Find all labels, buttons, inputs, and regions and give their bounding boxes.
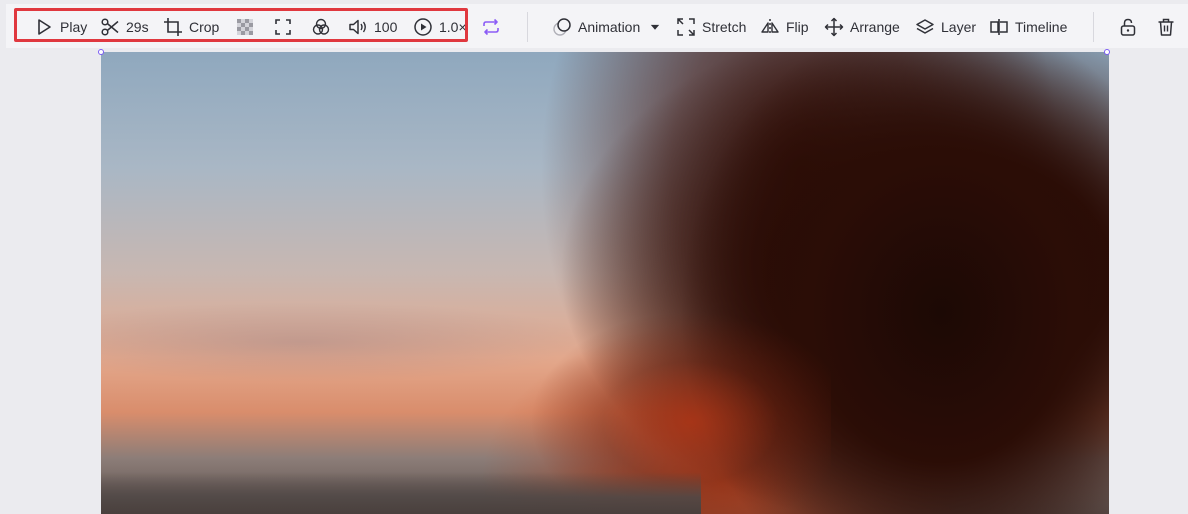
timeline-label: Timeline xyxy=(1015,19,1068,35)
layer-label: Layer xyxy=(941,19,977,35)
arrange-label: Arrange xyxy=(850,19,900,35)
stretch-icon xyxy=(677,18,695,36)
speed-value: 1.0× xyxy=(439,19,467,35)
toolbar-divider-right xyxy=(1093,12,1094,42)
unlock-icon xyxy=(1120,18,1136,36)
caret-down-icon xyxy=(651,24,660,30)
crop-label: Crop xyxy=(189,19,220,35)
speed-button[interactable]: 1.0× xyxy=(413,14,467,40)
scissors-icon xyxy=(101,18,119,36)
unlock-button[interactable] xyxy=(1115,14,1141,40)
video-canvas[interactable] xyxy=(101,52,1109,514)
animation-icon xyxy=(553,18,571,36)
delete-button[interactable] xyxy=(1153,14,1179,40)
resize-handle-top-right[interactable] xyxy=(1104,49,1110,55)
layer-button[interactable]: Layer xyxy=(915,14,976,40)
arrange-icon xyxy=(824,17,844,37)
animation-button[interactable]: Animation xyxy=(552,14,662,40)
arrange-button[interactable]: Arrange xyxy=(824,14,900,40)
stretch-label: Stretch xyxy=(702,19,747,35)
play-label: Play xyxy=(60,19,88,35)
loop-button[interactable] xyxy=(478,14,504,40)
fit-frame-button[interactable] xyxy=(270,14,296,40)
volume-button[interactable]: 100 xyxy=(348,14,397,40)
flip-icon xyxy=(761,19,779,35)
volume-icon xyxy=(349,19,366,35)
fit-frame-icon xyxy=(275,19,291,35)
play-icon xyxy=(38,19,51,35)
stretch-button[interactable]: Stretch xyxy=(676,14,746,40)
timeline-button[interactable]: Timeline xyxy=(989,14,1067,40)
loop-icon xyxy=(483,18,499,36)
toolbar: Play 29s Crop 100 1.0× Animation Stretch… xyxy=(0,0,1188,52)
duration-label: 29s xyxy=(126,19,149,35)
crop-button[interactable]: Crop xyxy=(163,14,219,40)
transparency-icon xyxy=(237,19,253,35)
trim-button[interactable]: 29s xyxy=(100,14,149,40)
toolbar-divider xyxy=(527,12,528,42)
animation-label: Animation xyxy=(578,19,641,35)
flip-button[interactable]: Flip xyxy=(760,14,809,40)
crop-icon xyxy=(164,18,182,36)
play-button[interactable]: Play xyxy=(34,14,87,40)
speed-icon xyxy=(414,18,432,36)
resize-handle-top-left[interactable] xyxy=(98,49,104,55)
trash-icon xyxy=(1158,18,1174,36)
transparency-button[interactable] xyxy=(232,14,258,40)
volume-value: 100 xyxy=(374,19,398,35)
timeline-icon xyxy=(990,19,1008,35)
flip-label: Flip xyxy=(786,19,809,35)
adjust-button[interactable] xyxy=(308,14,334,40)
layer-icon xyxy=(916,19,934,34)
video-shoreline xyxy=(101,472,701,514)
adjust-icon xyxy=(312,18,330,35)
